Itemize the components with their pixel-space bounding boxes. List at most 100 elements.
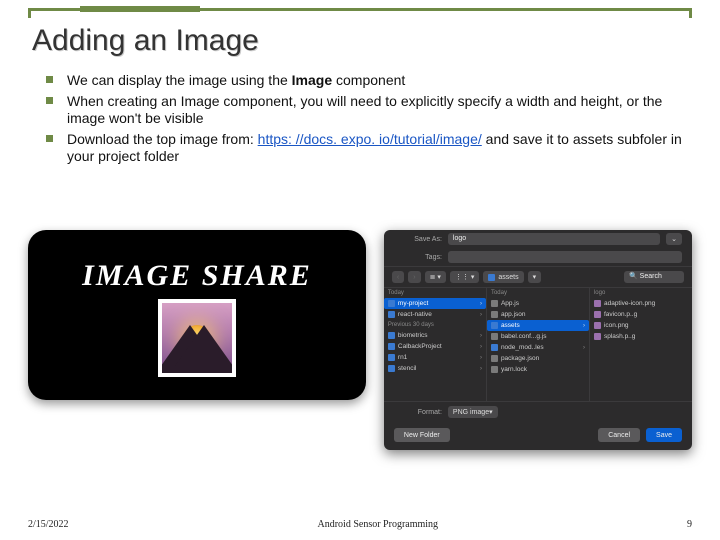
footer-title: Android Sensor Programming: [318, 519, 439, 530]
file-browser: Today my-project› react-native› Previous…: [384, 288, 692, 402]
file-name: favicon.p..g: [604, 311, 637, 318]
footer: 2/15/2022 Android Sensor Programming 9: [28, 519, 692, 530]
file-name: package.json: [501, 355, 539, 362]
file-item[interactable]: adaptive-icon.png: [590, 298, 692, 309]
file-icon: [491, 366, 498, 373]
file-item[interactable]: stencil ›: [384, 363, 486, 374]
folder-dropdown[interactable]: assets: [483, 271, 523, 283]
cancel-button[interactable]: Cancel: [598, 428, 640, 442]
image-icon: [594, 322, 601, 329]
file-item[interactable]: package.json: [487, 353, 589, 364]
chevron-right-icon: ›: [480, 366, 482, 372]
search-placeholder: Search: [640, 273, 662, 280]
chevron-right-icon: ›: [480, 355, 482, 361]
folder-icon: [388, 300, 395, 307]
file-name: node_mod..les: [501, 344, 544, 351]
format-label: Format:: [394, 409, 442, 416]
folder-icon: [388, 332, 395, 339]
save-button[interactable]: Save: [646, 428, 682, 442]
nav-forward-button[interactable]: ›: [408, 271, 420, 283]
slide: Adding an Image We can display the image…: [28, 20, 692, 526]
tutorial-link[interactable]: https: //docs. expo. io/tutorial/image/: [258, 131, 482, 147]
bullet-list: We can display the image using the Image…: [46, 72, 688, 166]
image-icon: [594, 311, 601, 318]
image-icon: [594, 300, 601, 307]
chevron-right-icon: ›: [583, 323, 585, 329]
format-dropdown[interactable]: PNG image ▾: [448, 406, 498, 418]
file-item[interactable]: splash.p..g: [590, 331, 692, 342]
file-name: splash.p..g: [604, 333, 635, 340]
bullet-item: We can display the image using the Image…: [46, 72, 688, 90]
file-name: yarn.lock: [501, 366, 527, 373]
file-icon: [491, 311, 498, 318]
bullet-text: We can display the image using the: [67, 72, 292, 88]
bullet-item: Download the top image from: https: //do…: [46, 131, 688, 166]
bullet-text: When creating an Image component, you wi…: [67, 93, 688, 128]
images-row: IMAGE SHARE Save As: logo ⌄ Tags: ‹ › ≣ …: [28, 230, 692, 450]
file-item[interactable]: node_mod..les ›: [487, 342, 589, 353]
newfolder-button[interactable]: New Folder: [394, 428, 450, 442]
file-name: assets: [501, 322, 520, 329]
bullet-bold: Image: [292, 72, 332, 88]
bullet-icon: [46, 76, 53, 83]
file-item[interactable]: react-native›: [384, 309, 486, 320]
file-name: adaptive-icon.png: [604, 300, 655, 307]
chevron-right-icon: ›: [480, 301, 482, 307]
file-item[interactable]: biometrics›: [384, 330, 486, 341]
column-1: Today my-project› react-native› Previous…: [384, 288, 487, 401]
expand-button[interactable]: ⌄: [666, 233, 682, 245]
file-icon: [491, 300, 498, 307]
file-item[interactable]: rn1 ›: [384, 352, 486, 363]
column-3: logo adaptive-icon.png favicon.p..g icon…: [590, 288, 692, 401]
top-accent: [80, 6, 200, 12]
folder-icon: [488, 274, 495, 281]
updown-button[interactable]: ▾: [528, 271, 542, 283]
file-name: App.js: [501, 300, 519, 307]
page-title: Adding an Image: [32, 24, 692, 58]
saveas-input[interactable]: logo: [448, 233, 660, 245]
bullet-item: When creating an Image component, you wi…: [46, 93, 688, 128]
file-item[interactable]: App.js: [487, 298, 589, 309]
file-name: babel.conf...g.js: [501, 333, 547, 340]
file-item[interactable]: assets ›: [487, 320, 589, 331]
chevron-right-icon: ›: [480, 333, 482, 339]
folder-icon: [388, 343, 395, 350]
file-name: stencil: [398, 365, 416, 372]
tags-input[interactable]: [448, 251, 682, 263]
column-2: Today App.js app.json assets› babel.conf…: [487, 288, 590, 401]
imageshare-title: IMAGE SHARE: [82, 259, 312, 293]
format-value: PNG image: [453, 409, 489, 416]
bullet-text: component: [332, 72, 405, 88]
image-icon: [594, 333, 601, 340]
file-icon: [491, 355, 498, 362]
folder-icon: [388, 311, 395, 318]
chevron-right-icon: ›: [480, 344, 482, 350]
chevron-right-icon: ›: [583, 345, 585, 351]
file-name: rn1: [398, 354, 407, 361]
file-item[interactable]: favicon.p..g: [590, 309, 692, 320]
saveas-label: Save As:: [394, 236, 442, 243]
save-dialog: Save As: logo ⌄ Tags: ‹ › ≣ ▾ ⋮⋮ ▾ asset…: [384, 230, 692, 450]
footer-date: 2/15/2022: [28, 519, 69, 530]
file-item[interactable]: my-project›: [384, 298, 486, 309]
file-name: CalbackProject: [398, 343, 442, 350]
mountain-icon: [170, 325, 236, 373]
folder-icon: [491, 344, 498, 351]
file-icon: [491, 333, 498, 340]
nav-back-button[interactable]: ‹: [392, 271, 404, 283]
file-item[interactable]: icon.png: [590, 320, 692, 331]
folder-icon: [491, 322, 498, 329]
bullet-icon: [46, 135, 53, 142]
folder-icon: [388, 365, 395, 372]
chevron-right-icon: ›: [480, 312, 482, 318]
file-item[interactable]: app.json: [487, 309, 589, 320]
bullet-icon: [46, 97, 53, 104]
logo-image: [158, 299, 236, 377]
search-input[interactable]: 🔍 Search: [624, 271, 684, 283]
bullet-text: Download the top image from:: [67, 131, 258, 147]
view-grid-button[interactable]: ⋮⋮ ▾: [450, 271, 479, 283]
view-list-button[interactable]: ≣ ▾: [425, 271, 446, 283]
file-item[interactable]: babel.conf...g.js: [487, 331, 589, 342]
file-item[interactable]: CalbackProject ›: [384, 341, 486, 352]
file-item[interactable]: yarn.lock: [487, 364, 589, 375]
